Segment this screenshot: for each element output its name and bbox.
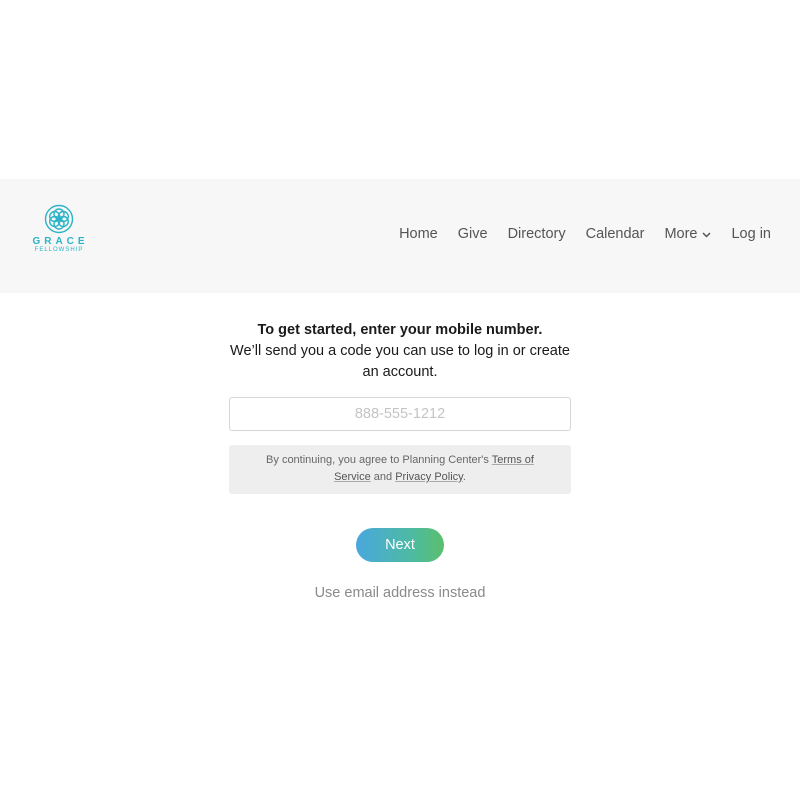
nav-calendar[interactable]: Calendar (586, 226, 645, 242)
nav-more[interactable]: More (664, 225, 712, 242)
form-heading: To get started, enter your mobile number… (257, 322, 543, 338)
next-button[interactable]: Next (356, 528, 444, 562)
intro-text: To get started, enter your mobile number… (220, 320, 580, 383)
nav-directory[interactable]: Directory (508, 226, 566, 242)
page: GRACE FELLOWSHIP Home Give Directory Cal… (0, 0, 800, 800)
logo-name: GRACE (32, 236, 89, 247)
nav-more-label: More (664, 225, 698, 242)
phone-input[interactable] (229, 397, 571, 431)
use-email-link[interactable]: Use email address instead (0, 585, 800, 601)
main-nav: Home Give Directory Calendar More Log in (399, 225, 771, 242)
terms-notice: By continuing, you agree to Planning Cen… (229, 445, 571, 494)
nav-login[interactable]: Log in (731, 226, 771, 242)
church-logo[interactable]: GRACE FELLOWSHIP (27, 204, 91, 264)
form-subheading: We’ll send you a code you can use to log… (230, 343, 570, 380)
login-form: To get started, enter your mobile number… (0, 320, 800, 601)
nav-give[interactable]: Give (458, 226, 488, 242)
chevron-down-icon (702, 226, 712, 242)
terms-prefix: By continuing, you agree to Planning Cen… (266, 454, 492, 466)
flower-of-life-icon (27, 204, 91, 234)
terms-suffix: . (462, 471, 466, 483)
logo-subtitle: FELLOWSHIP (34, 247, 84, 253)
site-header: GRACE FELLOWSHIP Home Give Directory Cal… (0, 179, 800, 293)
nav-home[interactable]: Home (399, 226, 438, 242)
privacy-policy-link[interactable]: Privacy Policy (395, 471, 463, 483)
next-wrap: Next (0, 528, 800, 562)
terms-middle: and (370, 471, 396, 483)
